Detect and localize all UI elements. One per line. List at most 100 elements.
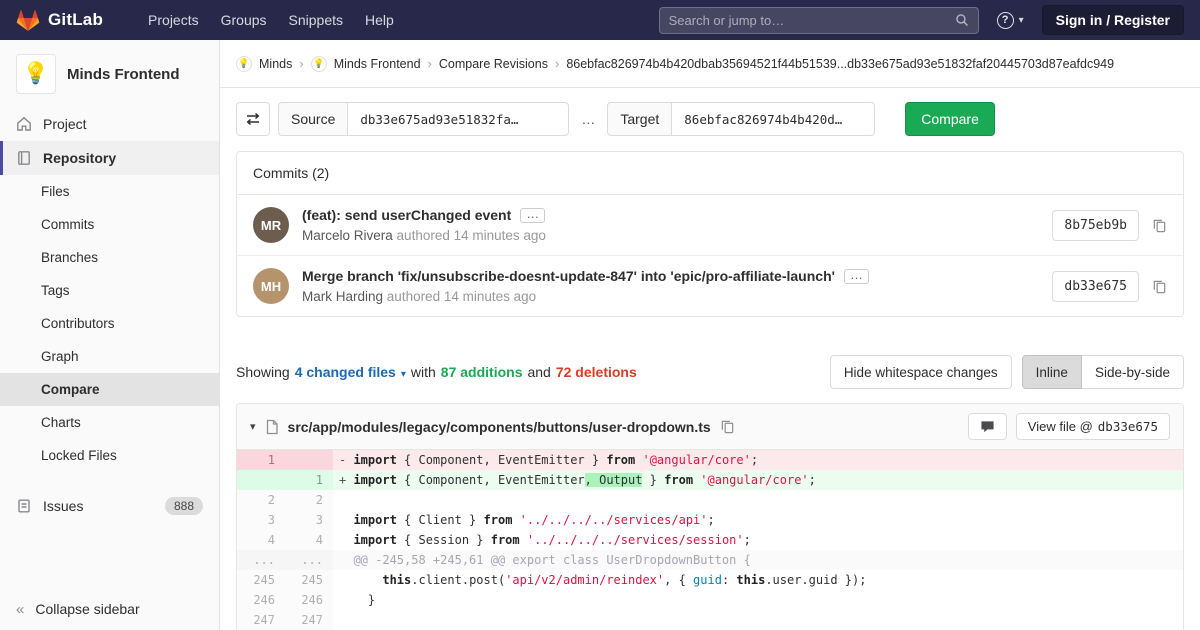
sidebar-item-contributors[interactable]: Contributors xyxy=(0,307,219,340)
new-line-number[interactable]: 2 xyxy=(285,490,333,510)
sidebar-item-project[interactable]: Project xyxy=(0,107,219,141)
view-file-button[interactable]: View file @ db33e675 xyxy=(1015,413,1170,440)
commit-sha-link[interactable]: db33e675 xyxy=(1052,270,1139,302)
breadcrumb-current: 86ebfac826974b4b420dbab35694521f44b51539… xyxy=(566,56,1115,71)
swap-icon xyxy=(245,111,261,127)
diff-line-marker: - xyxy=(339,453,354,467)
project-avatar[interactable]: 💡 xyxy=(16,54,56,94)
minds-frontend-avatar-icon: 💡 xyxy=(310,55,327,72)
sidebar-item-files[interactable]: Files xyxy=(0,175,219,208)
additions-count: 87 additions xyxy=(440,364,523,380)
commit-description-expand-button[interactable]: … xyxy=(520,207,546,223)
nav-help[interactable]: Help xyxy=(354,4,405,36)
commit-author-avatar[interactable]: MH xyxy=(253,268,289,304)
compare-button[interactable]: Compare xyxy=(905,102,995,136)
swap-revisions-button[interactable] xyxy=(236,102,270,136)
diff-line-code: + import { Component, EventEmitter, Outp… xyxy=(339,473,816,487)
commit-sha-link[interactable]: 8b75eb9b xyxy=(1052,209,1139,241)
project-sidebar: 💡 Minds Frontend Project Repository File… xyxy=(0,40,220,630)
old-line-number[interactable]: 2 xyxy=(237,490,285,510)
diff-line-code: @@ -245,58 +245,61 @@ export class UserD… xyxy=(333,550,1183,570)
nav-groups[interactable]: Groups xyxy=(210,4,278,36)
navbar-search[interactable] xyxy=(658,6,979,34)
diff-line-code xyxy=(333,610,1183,630)
source-ref-dropdown[interactable]: db33e675ad93e51832fa… xyxy=(347,102,570,136)
target-group: Target 86ebfac826974b4b420d… xyxy=(607,102,876,136)
new-line-number[interactable]: 4 xyxy=(285,530,333,550)
caret-down-icon: ▾ xyxy=(400,369,406,380)
commit-title-link[interactable]: (feat): send userChanged event xyxy=(302,207,511,223)
old-line-number[interactable]: 1 xyxy=(237,450,285,470)
with-label: with xyxy=(410,364,436,380)
copy-icon xyxy=(1152,279,1167,294)
commit-title-link[interactable]: Merge branch 'fix/unsubscribe-doesnt-upd… xyxy=(302,268,835,284)
commit-description-expand-button[interactable]: … xyxy=(843,268,869,284)
sidebar-item-issues[interactable]: Issues 888 xyxy=(0,488,219,524)
home-icon xyxy=(16,116,32,132)
repository-icon xyxy=(16,150,32,166)
navbar-links: Projects Groups Snippets Help xyxy=(137,4,405,36)
sidebar-item-charts[interactable]: Charts xyxy=(0,406,219,439)
commit-author-link[interactable]: Marcelo Rivera xyxy=(302,228,393,243)
hide-whitespace-button[interactable]: Hide whitespace changes xyxy=(829,355,1012,389)
view-file-label: View file @ xyxy=(1027,419,1093,434)
collapse-diff-caret-icon[interactable]: ▾ xyxy=(250,420,256,433)
old-line-number[interactable]: 4 xyxy=(237,530,285,550)
new-line-number[interactable]: 245 xyxy=(285,570,333,590)
old-line-number[interactable] xyxy=(237,470,285,490)
source-group: Source db33e675ad93e51832fa… xyxy=(278,102,570,136)
sidebar-item-branches[interactable]: Branches xyxy=(0,241,219,274)
sign-in-button[interactable]: Sign in / Register xyxy=(1041,5,1184,35)
help-menu[interactable]: ? ▾ xyxy=(996,11,1024,29)
search-input[interactable] xyxy=(668,12,955,28)
sidebar-item-graph[interactable]: Graph xyxy=(0,340,219,373)
gitlab-brand-text: GitLab xyxy=(48,10,104,29)
old-line-number[interactable]: 3 xyxy=(237,510,285,530)
deletions-count: 72 deletions xyxy=(555,364,637,380)
diff-stats-row: Showing 4 changed files ▾ with 87 additi… xyxy=(236,355,1184,389)
new-line-number[interactable]: 1 xyxy=(285,470,333,490)
nav-snippets[interactable]: Snippets xyxy=(278,4,354,36)
breadcrumb-minds-frontend[interactable]: Minds Frontend xyxy=(334,57,421,71)
copy-sha-button[interactable] xyxy=(1152,218,1167,233)
toggle-comments-button[interactable] xyxy=(967,413,1007,440)
diff-line-code: - import { Component, EventEmitter } fro… xyxy=(339,453,759,467)
diff-line-code: this.client.post('api/v2/admin/reindex',… xyxy=(333,570,1183,590)
breadcrumb-compare-revisions[interactable]: Compare Revisions xyxy=(439,57,548,71)
copy-sha-button[interactable] xyxy=(1152,279,1167,294)
old-line-number[interactable]: 245 xyxy=(237,570,285,590)
new-line-number[interactable] xyxy=(285,450,333,470)
breadcrumb-minds[interactable]: Minds xyxy=(259,57,292,71)
commit-row: MR (feat): send userChanged event … Marc… xyxy=(237,195,1183,255)
sidebar-item-locked-files[interactable]: Locked Files xyxy=(0,439,219,472)
inline-view-button[interactable]: Inline xyxy=(1021,355,1082,389)
diff-line-code: } xyxy=(333,590,1183,610)
diff-line: 246 246 } xyxy=(237,590,1183,610)
commit-author-avatar[interactable]: MR xyxy=(253,207,289,243)
sidebar-item-compare[interactable]: Compare xyxy=(0,373,219,406)
old-line-number[interactable]: 246 xyxy=(237,590,285,610)
commits-panel-header: Commits (2) xyxy=(237,152,1183,195)
collapse-sidebar-button[interactable]: « Collapse sidebar xyxy=(0,590,219,630)
target-ref-dropdown[interactable]: 86ebfac826974b4b420d… xyxy=(671,102,876,136)
new-line-number[interactable]: ... xyxy=(285,550,333,570)
sidebar-item-commits[interactable]: Commits xyxy=(0,208,219,241)
old-line-number[interactable]: 247 xyxy=(237,610,285,630)
copy-file-path-button[interactable] xyxy=(720,419,735,434)
diff-line-marker: + xyxy=(339,473,354,487)
side-by-side-view-button[interactable]: Side-by-side xyxy=(1081,355,1184,389)
commit-author-link[interactable]: Mark Harding xyxy=(302,289,383,304)
nav-projects[interactable]: Projects xyxy=(137,4,210,36)
old-line-number[interactable]: ... xyxy=(237,550,285,570)
new-line-number[interactable]: 247 xyxy=(285,610,333,630)
gitlab-home-link[interactable]: GitLab xyxy=(16,9,103,32)
new-line-number[interactable]: 3 xyxy=(285,510,333,530)
sidebar-item-tags[interactable]: Tags xyxy=(0,274,219,307)
diff-file-path[interactable]: src/app/modules/legacy/components/button… xyxy=(288,419,711,435)
diff-file-panel: ▾ src/app/modules/legacy/components/butt… xyxy=(236,403,1184,630)
changed-files-dropdown[interactable]: 4 changed files xyxy=(295,364,396,380)
new-line-number[interactable]: 246 xyxy=(285,590,333,610)
breadcrumb-separator: › xyxy=(299,56,304,71)
project-title[interactable]: Minds Frontend xyxy=(67,66,180,83)
sidebar-item-repository[interactable]: Repository xyxy=(0,141,219,175)
